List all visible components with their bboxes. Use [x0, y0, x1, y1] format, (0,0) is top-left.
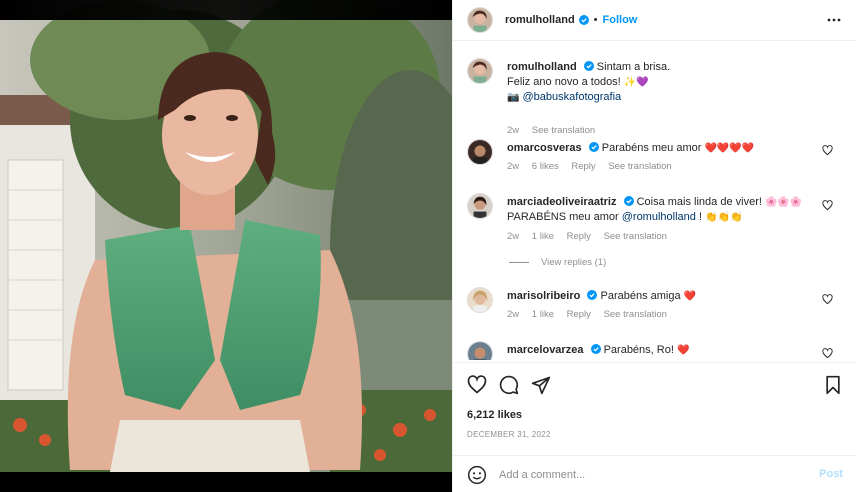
like-heart-icon[interactable] [467, 375, 487, 395]
photo-illustration [0, 0, 452, 472]
author-avatar[interactable] [467, 7, 493, 33]
comment-emoji: ❤️❤️❤️❤️ [704, 143, 755, 154]
comment-avatar[interactable] [467, 193, 493, 219]
comment-text: marciadeoliveiraatriz Coisa mais linda d… [507, 195, 827, 225]
comment-meta: 2w 1 like Reply See translation [507, 231, 677, 242]
comment-likes[interactable]: 1 like [532, 231, 554, 242]
follow-button[interactable]: Follow [603, 14, 638, 26]
camera-emoji: 📷 [507, 92, 520, 103]
add-comment-bar: Post [453, 455, 856, 492]
post-actions: 6,212 likes DECEMBER 31, 2022 [453, 362, 856, 462]
comment-text: marcelovarzea Parabéns, Ro! ❤️ [507, 343, 827, 358]
comment-like-heart-icon[interactable] [822, 294, 833, 305]
author-username[interactable]: romulholland [505, 14, 575, 26]
comment-like-heart-icon[interactable] [822, 200, 833, 211]
add-comment-input[interactable] [499, 465, 799, 485]
caption-meta: 2w See translation [507, 125, 605, 136]
comment-body: Coisa mais linda de viver! [636, 196, 762, 208]
comment-like-heart-icon[interactable] [822, 348, 833, 359]
see-translation-link[interactable]: See translation [608, 161, 671, 172]
comment-emoji: ❤️ [676, 345, 690, 356]
verified-badge-icon [583, 61, 594, 71]
verified-badge-icon [587, 290, 598, 300]
comments-list[interactable]: romulholland Sintam a brisa. Feliz ano n… [453, 42, 856, 360]
reply-button[interactable]: Reply [567, 231, 591, 242]
comment-time[interactable]: 2w [507, 309, 519, 320]
caption-username[interactable]: romulholland [507, 61, 577, 73]
more-options-icon[interactable] [827, 13, 841, 27]
comment-like-heart-icon[interactable] [822, 145, 833, 156]
verified-badge-icon [578, 15, 589, 25]
verified-badge-icon [588, 142, 599, 152]
caption-text: romulholland Sintam a brisa. Feliz ano n… [507, 60, 827, 105]
caption-time[interactable]: 2w [507, 125, 519, 136]
caption-line1: Sintam a brisa. [596, 61, 671, 73]
comment-avatar[interactable] [467, 287, 493, 313]
emoji-picker-icon[interactable] [467, 465, 487, 485]
caption-emoji: ✨💜 [623, 77, 649, 88]
post-comment-button[interactable]: Post [819, 468, 843, 480]
verified-badge-icon [590, 344, 601, 354]
verified-badge-icon [623, 196, 634, 206]
comment-body: Parabéns amiga [600, 290, 681, 302]
separator-dot: • [593, 14, 598, 26]
view-replies-button[interactable]: View replies (1) [509, 257, 606, 268]
comment-avatar[interactable] [467, 341, 493, 360]
see-translation-link[interactable]: See translation [532, 125, 595, 136]
comment-text: marisolribeiro Parabéns amiga ❤️ [507, 289, 827, 304]
comment-likes[interactable]: 6 likes [532, 161, 559, 172]
comment-meta: 2w 6 likes Reply See translation [507, 161, 682, 172]
see-translation-link[interactable]: See translation [604, 231, 667, 242]
comment-body-3: ! [698, 211, 703, 223]
post-side-panel: romulholland • Follow romulholland Sinta… [452, 0, 856, 492]
comment-username[interactable]: marciadeoliveiraatriz [507, 196, 616, 208]
caption-mention[interactable]: @babuskafotografia [523, 91, 622, 103]
comment-text: omarcosveras Parabéns meu amor ❤️❤️❤️❤️ [507, 141, 827, 156]
comment-body: Parabéns, Ro! [603, 344, 674, 356]
reply-button[interactable]: Reply [567, 309, 591, 320]
share-send-icon[interactable] [531, 375, 551, 395]
comment-body-2: PARABÉNS meu amor [507, 211, 619, 223]
view-replies-label: View replies (1) [541, 257, 607, 268]
post-modal: romulholland • Follow romulholland Sinta… [0, 0, 856, 492]
replies-divider [509, 261, 529, 263]
comment-username[interactable]: omarcosveras [507, 142, 582, 154]
caption-avatar[interactable] [467, 58, 493, 84]
post-photo[interactable] [0, 0, 452, 472]
comment-likes[interactable]: 1 like [532, 309, 554, 320]
comment-username[interactable]: marisolribeiro [507, 290, 580, 302]
comment-body: Parabéns meu amor [601, 142, 702, 154]
reply-button[interactable]: Reply [571, 161, 595, 172]
comment-mention[interactable]: @romulholland [622, 211, 696, 223]
comment-bubble-icon[interactable] [499, 375, 519, 395]
comment-emoji: ❤️ [683, 291, 697, 302]
save-bookmark-icon[interactable] [823, 375, 843, 395]
comment-username[interactable]: marcelovarzea [507, 344, 583, 356]
comment-avatar[interactable] [467, 139, 493, 165]
post-date[interactable]: DECEMBER 31, 2022 [467, 430, 551, 439]
photo-bottom-bar [0, 472, 452, 492]
likes-count[interactable]: 6,212 likes [467, 409, 522, 421]
caption-line2: Feliz ano novo a todos! [507, 76, 621, 88]
comment-time[interactable]: 2w [507, 231, 519, 242]
comment-emoji-2: 👏👏👏 [705, 212, 743, 223]
see-translation-link[interactable]: See translation [604, 309, 667, 320]
post-header: romulholland • Follow [453, 0, 856, 41]
comment-time[interactable]: 2w [507, 161, 519, 172]
comment-meta: 2w 1 like Reply See translation [507, 309, 677, 320]
comment-emoji: 🌸🌸🌸 [764, 197, 803, 208]
